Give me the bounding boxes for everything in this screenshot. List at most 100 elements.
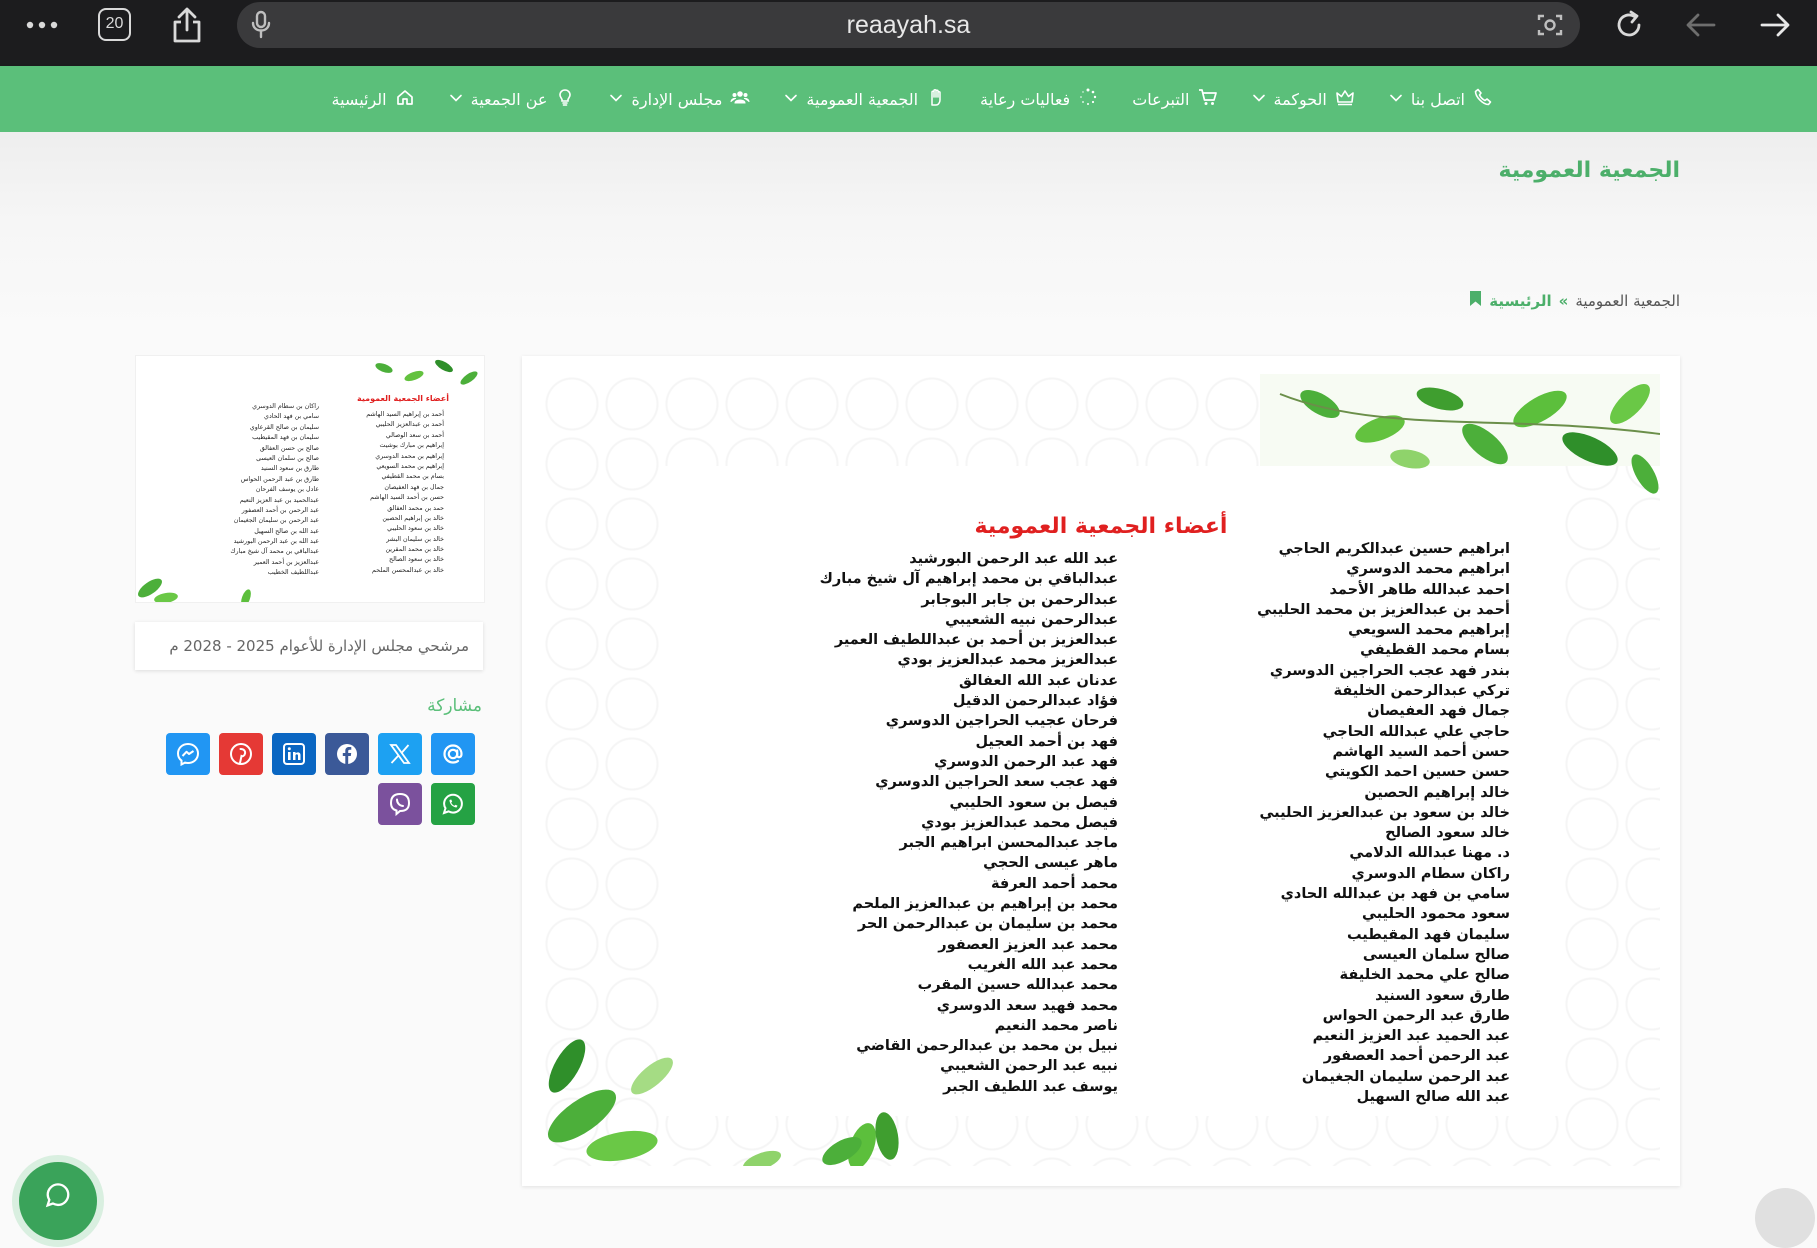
thumbnail-member-name: عادل بن يوسف الفرحان (255, 486, 319, 494)
content-card: أعضاء الجمعية العمومية ابراهيم حسين عبدا… (522, 356, 1680, 1186)
tabs-count-button[interactable]: 20 (98, 8, 131, 41)
member-name: عبدالعزيز محمد عبدالعزيز بودي (897, 652, 1118, 669)
member-name: عبدالرحمن نبيه الشعيبي (945, 611, 1118, 628)
member-name: ابراهيم حسين عبدالكريم الحاجي (1278, 541, 1510, 557)
forward-arrow-icon[interactable] (1758, 10, 1792, 44)
member-name: محمد أحمد العرفة (990, 875, 1118, 892)
thumbnail-member-name: أحمد بن إبراهيم السيد الهاشم (366, 411, 444, 418)
breadcrumb-current: الجمعية العمومية (1575, 291, 1680, 310)
nav-dropdown-toggle[interactable] (449, 90, 463, 109)
breadcrumb-home-link[interactable]: الرئيسية (1489, 292, 1551, 310)
member-name: عدنان عبد الله العفالق (958, 672, 1118, 689)
viber-share-button[interactable] (378, 783, 422, 825)
scroll-top-button[interactable] (1755, 1188, 1815, 1248)
member-name: إبراهيم محمد السويعي (1348, 622, 1510, 639)
member-name: طارق سعود السنيد (1375, 987, 1510, 1004)
member-name: عبد الله صالح السهيل (1356, 1089, 1510, 1106)
lightbulb-icon (555, 87, 575, 111)
member-name: نبيه عبد الرحمن الشعيبي (940, 1058, 1118, 1075)
board-candidates-link[interactable]: مرشحي مجلس الإدارة للأعوام 2025 - 2028 م (135, 622, 483, 670)
member-name: صالح علي محمد الخليفة (1339, 967, 1510, 984)
screenshot-icon[interactable] (1536, 12, 1564, 42)
more-options-icon[interactable] (24, 14, 60, 40)
facebook-share-button[interactable] (325, 733, 369, 775)
chevron-down-icon (785, 94, 798, 102)
thumbnail-member-name: عبدالحميد بن عبد العزيز النعيم (239, 496, 319, 504)
pinterest-share-button[interactable] (219, 733, 263, 775)
member-name: عبد الرحمن سليمان الجغيمان (1301, 1068, 1510, 1085)
threads-share-button[interactable] (431, 733, 475, 775)
member-name: بسام محمد القطيفي (1360, 642, 1510, 659)
thumbnail-member-name: عبدالباقي بن محمد آل شيخ مبارك (230, 548, 319, 556)
nav-item-1[interactable]: عن الجمعية (449, 87, 576, 111)
poster-left-column: عبد الله عبد الرحمن البورشيد عبدالباقي بن… (820, 549, 1118, 1097)
thumbnail-member-name: جمال بن فهد العفيصان (384, 483, 444, 491)
poster-right-column: ابراهيم حسين عبدالكريم الحاجي ابراهيم محم… (1257, 539, 1510, 1107)
member-name: ناصر محمد النعيم (994, 1017, 1118, 1034)
member-name: فهد بن أحمد العجيل (975, 733, 1118, 750)
thumbnail-member-name: إبراهيم بن محمد السويعي (376, 462, 444, 470)
chevron-down-icon (1252, 94, 1265, 102)
thumbnail-member-name: خالد بن سعود الصالح (389, 556, 444, 564)
x-icon (389, 744, 411, 764)
address-bar[interactable]: reaayah.sa (237, 2, 1580, 48)
nav-item-7[interactable]: اتصل بنا (1389, 87, 1493, 111)
thumbnail-member-name: أحمد بن سعد الوصالي (385, 431, 444, 439)
thumbnail-leaves-top-icon (375, 359, 478, 385)
thumbnail-member-name: خالد بن عبدالمحسن الملحم (372, 566, 444, 574)
page-title: الجمعية العمومية (1498, 158, 1680, 183)
nav-dropdown-toggle[interactable] (784, 90, 798, 109)
member-name: خالد إبراهيم الحصين (1364, 784, 1510, 801)
nav-item-4[interactable]: فعاليات رعاية (980, 87, 1098, 111)
member-name: فهد عبد الرحمن الدوسري (934, 753, 1118, 770)
nav-dropdown-toggle[interactable] (1252, 90, 1266, 109)
thumbnail-member-name: خالد بن إبراهيم الحصين (382, 514, 444, 522)
member-name: أحمد بن عبدالعزيز بن محمد الحليبي (1257, 601, 1510, 618)
x-share-button[interactable] (378, 733, 422, 775)
member-name: محمد عبد العزيز العصفور (938, 936, 1118, 953)
member-name: عبدالباقي بن محمد إبراهيم آل شيخ مبارك (819, 571, 1118, 588)
thumbnail-member-name: إبراهيم بن محمد الدوسري (375, 452, 444, 460)
thumbnail-member-name: إبراهيم بن مبارك بوشيت (379, 442, 444, 450)
nav-item-label: فعاليات رعاية (980, 89, 1071, 109)
floating-whatsapp-button[interactable] (12, 1155, 104, 1247)
thumbnail-member-name: عبد الله بن عبد الرحمن البورشيد (233, 538, 319, 546)
member-name: حاجي علي عبدالله الحاجي (1322, 723, 1510, 740)
member-name: حسن حسين احمد الكويتي (1324, 764, 1510, 781)
board-candidates-label: مرشحي مجلس الإدارة للأعوام 2025 - 2028 م (169, 637, 469, 655)
reload-icon[interactable] (1612, 8, 1646, 46)
nav-item-5[interactable]: التبرعات (1132, 87, 1217, 111)
linkedin-icon (283, 743, 305, 765)
thumbnail-member-name: بسام بن محمد القطيفي (381, 473, 444, 481)
thumbnail-left-column: راكان بن سطام الدوسري سامي بن فهد الحادي س… (230, 402, 319, 579)
back-arrow-icon[interactable] (1684, 10, 1718, 44)
nav-item-6[interactable]: الحوكمة (1252, 87, 1355, 111)
member-name: طارق عبد الرحمن الحواس (1322, 1007, 1510, 1024)
member-name: احمد عبدالله طاهر الأحمد (1329, 581, 1510, 598)
nav-item-3[interactable]: الجمعية العمومية (784, 87, 946, 111)
nav-item-label: مجلس الإدارة (631, 89, 723, 109)
member-name: عبد الحميد عبد العزيز النعيم (1312, 1028, 1510, 1045)
pinterest-icon (230, 743, 252, 765)
member-name: محمد بن سليمان بن عبدالرحمن الحر (857, 916, 1118, 933)
linkedin-share-button[interactable] (272, 733, 316, 775)
thumbnail-member-name: عبد الله بن صالح السهيل (254, 527, 319, 535)
whatsapp-share-button[interactable] (431, 783, 475, 825)
share-icon[interactable] (170, 6, 204, 48)
nav-item-2[interactable]: مجلس الإدارة (609, 87, 750, 111)
nav-item-label: عن الجمعية (470, 89, 548, 109)
member-name: جمال فهد العفيصان (1367, 703, 1510, 720)
member-name: محمد بن إبراهيم بن عبدالعزيز الملحم (852, 896, 1118, 913)
sidebar-thumbnail-image[interactable]: أعضاء الجمعية العمومية أحمد بن إبراهيم ا… (135, 355, 485, 603)
thumbnail-member-name: أحمد بن عبدالعزيز الحليبي (375, 421, 444, 429)
nav-item-0[interactable]: الرئيسية (332, 87, 415, 111)
thumbnail-member-name: عبد الرحمن بن سليمان الجغيمان (233, 517, 319, 525)
users-icon (730, 87, 750, 111)
nav-dropdown-toggle[interactable] (1389, 90, 1403, 109)
thumbnail-member-name: حسن بن أحمد السيد الهاشم (370, 494, 444, 502)
poster-title: أعضاء الجمعية العمومية (974, 514, 1228, 539)
nav-dropdown-toggle[interactable] (609, 90, 623, 109)
messenger-share-button[interactable] (166, 733, 210, 775)
whatsapp-icon (45, 1183, 70, 1208)
member-name: خالد بن سعود بن عبدالعزيز الحليبي (1259, 804, 1511, 821)
